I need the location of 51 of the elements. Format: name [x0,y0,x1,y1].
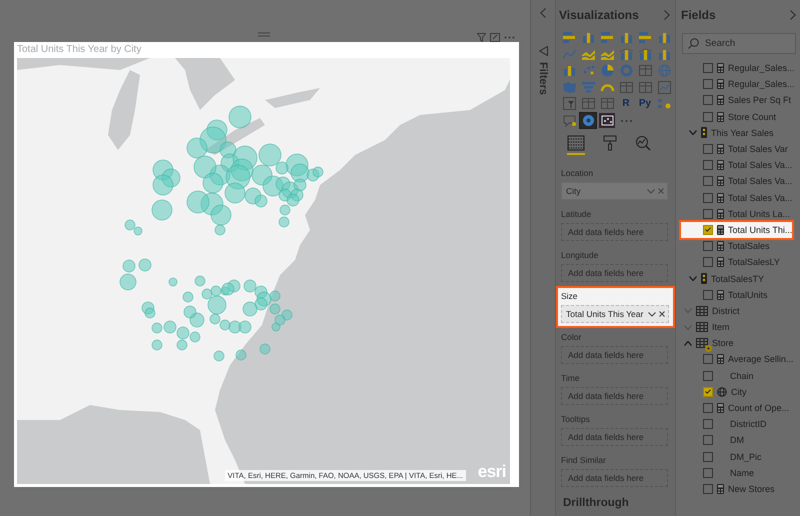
field-label[interactable]: Total Units Thi... [728,224,792,235]
field-label[interactable]: Count of Ope... [728,403,790,414]
field-label[interactable]: TotalSalesLY [728,257,780,268]
field-label[interactable]: Store Count [728,112,776,122]
field-label[interactable]: DistrictID [730,419,766,430]
group-label[interactable]: This Year Sales [711,128,774,138]
drop-zone[interactable]: Add data fields here [561,469,668,487]
pane-title: Fields [681,8,716,22]
drop-zone[interactable]: Add data fields here [561,264,668,282]
field-label[interactable]: Regular_Sales... [728,63,795,74]
table-label[interactable]: Store [712,338,734,348]
drop-zone[interactable]: Add data fields here [561,346,668,364]
drop-zone[interactable]: Add data fields here [561,223,668,241]
well-label: Latitude [561,208,592,221]
well-label: Time [561,372,581,385]
well-label: Find Similar [561,454,607,467]
field-label[interactable]: Average Sellin... [728,354,794,364]
field-label[interactable]: Name [730,468,754,478]
field-pill[interactable]: Total Units This Year [561,305,669,323]
well-label: Size [561,290,579,303]
group-label[interactable]: TotalSalesTY [711,274,764,284]
field-label[interactable]: TotalSales [728,241,770,252]
field-label[interactable]: Total Sales Va... [728,160,792,170]
field-label[interactable]: Regular_Sales... [728,79,795,90]
filters-pane-title[interactable]: Filters [537,62,549,96]
table-label[interactable]: District [712,306,740,316]
script-visual-button[interactable]: R [618,96,634,111]
well-label: Tooltips [561,413,591,426]
script-visual-button[interactable]: Py [637,96,653,111]
pane-title: Visualizations [559,8,639,22]
field-label[interactable]: TotalUnits [728,290,768,300]
highlighted-field-row[interactable]: Total Units Thi... [681,222,792,238]
field-label[interactable]: Sales Per Sq Ft [728,95,792,106]
field-label[interactable]: City [731,386,746,397]
well-label: Location [561,167,594,180]
search-field[interactable]: Search [682,33,796,54]
field-label[interactable]: Total Sales Va... [728,192,792,203]
visual-title: Total Units This Year by City [17,43,142,57]
field-label[interactable]: Total Sales Var [728,144,788,154]
drop-zone[interactable]: Add data fields here [561,387,668,405]
field-label[interactable]: New Stores [728,484,775,494]
field-label[interactable]: Total Units La... [728,208,790,219]
field-label[interactable]: DM_Pic [730,452,762,462]
field-label[interactable]: Total Sales Va... [728,176,792,186]
well-label: Longitude [561,249,600,262]
section-heading: Drillthrough [562,496,630,509]
field-label[interactable]: Chain [730,370,754,381]
table-label[interactable]: Item [712,322,730,332]
well-label: Color [561,331,582,344]
drop-zone[interactable]: Add data fields here [561,428,668,446]
field-label[interactable]: DM [730,435,744,446]
